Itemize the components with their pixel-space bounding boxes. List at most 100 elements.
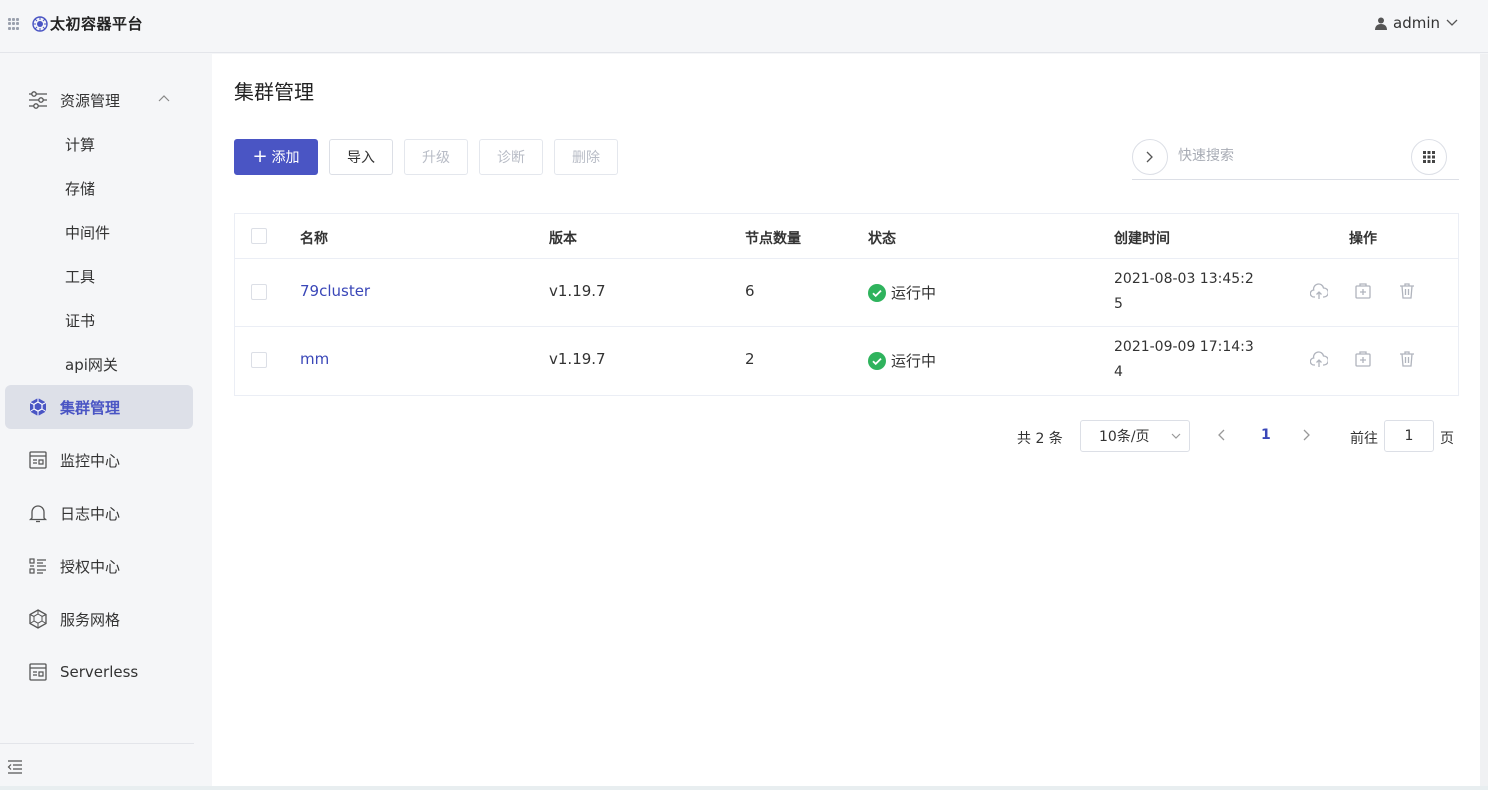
cluster-name-link[interactable]: 79cluster	[300, 282, 370, 300]
app-grid-icon[interactable]	[8, 18, 20, 30]
next-page-icon[interactable]	[1303, 429, 1311, 441]
upgrade-button[interactable]: 升级	[404, 139, 468, 175]
page-size-select[interactable]: 10条/页	[1080, 420, 1190, 452]
user-icon	[1375, 17, 1387, 30]
sidebar-item-label: 服务网格	[60, 610, 121, 629]
top-bar: 太初容器平台 admin	[0, 0, 1488, 53]
column-settings-button[interactable]	[1411, 139, 1447, 175]
delete-button[interactable]: 删除	[554, 139, 618, 175]
row-checkbox[interactable]	[251, 352, 267, 368]
page-number-current[interactable]: 1	[1261, 427, 1271, 443]
cluster-status: 运行中	[868, 350, 936, 371]
sidebar-item-compute[interactable]: 计算	[65, 134, 95, 155]
cluster-name-link[interactable]: mm	[300, 350, 329, 368]
sidebar: 资源管理 计算 存储 中间件 工具 证书 api网关 集群管理 监控中心 日志中…	[0, 54, 212, 790]
user-name: admin	[1393, 14, 1440, 32]
cluster-version: v1.19.7	[549, 282, 606, 300]
goto-label: 前往	[1350, 431, 1378, 447]
sidebar-divider	[0, 743, 194, 744]
cluster-node-count: 6	[745, 282, 755, 300]
chevron-down-icon	[1171, 433, 1181, 439]
cluster-icon	[29, 398, 47, 416]
check-circle-icon	[868, 283, 886, 302]
sidebar-group-resources[interactable]: 资源管理	[28, 88, 198, 112]
sidebar-item-logs[interactable]: 日志中心	[28, 501, 120, 525]
goto-page-input[interactable]	[1384, 420, 1434, 452]
chevron-up-icon[interactable]	[158, 94, 170, 102]
column-header-status[interactable]: 状态	[868, 228, 896, 248]
created-time-line: 2021-08-03 13:45:2	[1114, 271, 1254, 287]
sidebar-item-label: 日志中心	[60, 504, 121, 523]
brand-name: 太初容器平台	[50, 15, 144, 33]
trash-icon[interactable]	[1398, 350, 1416, 368]
created-time-line: 2021-09-09 17:14:3	[1114, 339, 1254, 355]
serverless-icon	[29, 663, 47, 681]
prev-page-icon[interactable]	[1217, 429, 1225, 441]
upgrade-cloud-icon[interactable]	[1310, 351, 1328, 369]
main-content: 集群管理 + 添加 导入 升级 诊断 删除 名称 版本 节点数量 状态	[212, 54, 1480, 788]
sidebar-item-cluster-management[interactable]: 集群管理	[5, 385, 193, 429]
row-checkbox[interactable]	[251, 284, 267, 300]
page-title: 集群管理	[234, 80, 314, 104]
sidebar-item-label: 集群管理	[60, 398, 121, 417]
cluster-created-time: 2021-09-09 17:14:3 4	[1114, 335, 1264, 385]
status-text: 运行中	[891, 352, 937, 370]
table-header: 名称 版本 节点数量 状态 创建时间 操作	[235, 214, 1458, 259]
list-icon	[29, 558, 46, 574]
upgrade-cloud-icon[interactable]	[1310, 283, 1328, 301]
sidebar-group-label: 资源管理	[60, 91, 121, 110]
status-text: 运行中	[891, 284, 937, 302]
grid-icon	[1423, 151, 1435, 163]
brand-logo-icon	[32, 15, 48, 32]
trash-icon[interactable]	[1398, 282, 1416, 300]
chevron-right-icon	[1146, 151, 1153, 163]
bell-icon	[28, 505, 48, 523]
sidebar-item-label: 监控中心	[60, 451, 121, 470]
plus-icon: +	[252, 146, 268, 167]
mesh-icon	[29, 609, 47, 629]
sidebar-item-monitoring[interactable]: 监控中心	[28, 448, 120, 472]
search-bar	[1132, 138, 1459, 180]
cluster-status: 运行中	[868, 282, 936, 303]
sidebar-item-storage[interactable]: 存储	[65, 178, 95, 199]
sidebar-item-authorization[interactable]: 授权中心	[28, 554, 120, 578]
diagnose-button[interactable]: 诊断	[479, 139, 543, 175]
chevron-down-icon	[1446, 19, 1458, 26]
cluster-table: 名称 版本 节点数量 状态 创建时间 操作 79cluster v1.19.7 …	[234, 213, 1459, 396]
cluster-created-time: 2021-08-03 13:45:2 5	[1114, 267, 1264, 317]
column-header-version[interactable]: 版本	[549, 228, 577, 248]
column-header-created[interactable]: 创建时间	[1114, 228, 1170, 248]
select-all-checkbox[interactable]	[251, 228, 267, 244]
brand[interactable]: 太初容器平台	[32, 13, 143, 34]
sidebar-item-label: 授权中心	[60, 557, 121, 576]
table-row: mm v1.19.7 2 运行中 2021-09-09 17:14:3 4	[235, 327, 1458, 395]
sidebar-item-api-gateway[interactable]: api网关	[65, 354, 118, 375]
add-node-icon[interactable]	[1354, 350, 1372, 368]
add-button[interactable]: + 添加	[234, 139, 318, 175]
add-node-icon[interactable]	[1354, 282, 1372, 300]
monitor-icon	[29, 451, 47, 469]
check-circle-icon	[868, 351, 886, 370]
goto-page-suffix: 页	[1440, 431, 1454, 447]
created-time-line: 5	[1114, 296, 1123, 312]
created-time-line: 4	[1114, 364, 1123, 380]
collapse-sidebar-icon[interactable]	[7, 760, 23, 774]
sidebar-item-certificates[interactable]: 证书	[65, 310, 95, 331]
sidebar-item-label: Serverless	[60, 663, 139, 681]
import-button[interactable]: 导入	[329, 139, 393, 175]
user-menu[interactable]: admin	[1375, 14, 1458, 32]
sidebar-item-serverless[interactable]: Serverless	[28, 660, 138, 684]
column-header-nodes[interactable]: 节点数量	[745, 228, 801, 248]
pagination-total: 共 2 条	[1017, 431, 1063, 447]
column-header-actions: 操作	[1349, 231, 1377, 247]
sidebar-item-service-mesh[interactable]: 服务网格	[28, 607, 120, 631]
page-size-value: 10条/页	[1099, 429, 1150, 445]
column-header-name[interactable]: 名称	[300, 228, 328, 248]
right-edge	[1480, 54, 1488, 790]
sidebar-item-middleware[interactable]: 中间件	[65, 222, 110, 243]
search-toggle-button[interactable]	[1132, 139, 1168, 175]
sidebar-item-tools[interactable]: 工具	[65, 266, 95, 287]
cluster-version: v1.19.7	[549, 350, 606, 368]
sliders-icon	[29, 91, 47, 109]
search-input[interactable]	[1178, 144, 1398, 168]
